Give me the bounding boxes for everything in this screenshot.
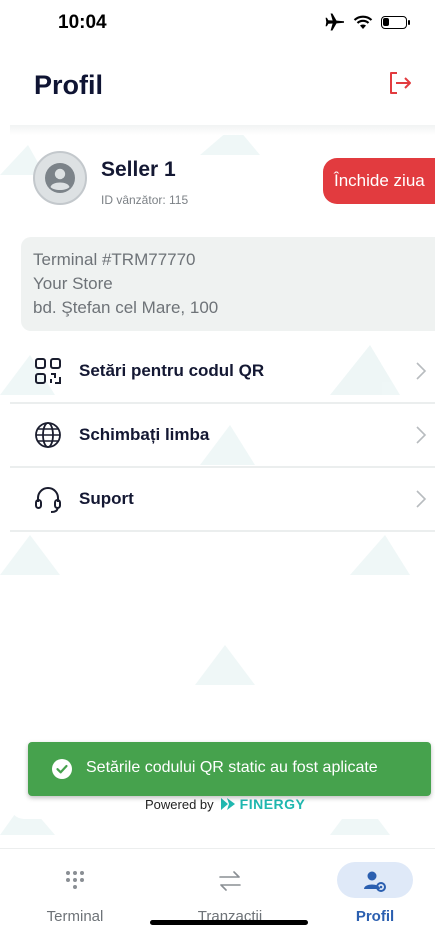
terminal-id: Terminal #TRM77770 [33,250,196,269]
seller-id: ID vânzător: 115 [101,193,189,207]
logout-icon[interactable] [387,70,413,96]
close-day-button[interactable]: Închide ziua [323,158,435,204]
finergy-brand: FINERGY [239,796,306,812]
menu-item-support[interactable]: Suport [10,468,435,532]
store-address: bd. Ştefan cel Mare, 100 [33,298,219,317]
menu-item-language[interactable]: Schimbați limba [10,404,435,468]
bottom-tab-bar: Terminal Tranzacții Profil [0,848,435,927]
tab-profile[interactable]: Profil [315,849,435,927]
page-title: Profil [34,70,104,100]
airplane-icon [325,13,344,31]
header: Profil [0,60,435,120]
globe-icon [35,422,61,448]
chevron-right-icon [416,362,427,380]
home-indicator [150,920,308,925]
status-icons [325,13,410,31]
keypad-icon [66,871,84,889]
settings-menu: Setări pentru codul QR Schimbați limba S… [10,340,435,532]
check-circle-icon [52,759,72,779]
tab-label: Profil [355,908,395,925]
toast-message: Setările codului QR static au fost aplic… [86,759,378,776]
transfer-arrows-icon [219,871,241,891]
headset-icon [35,487,61,513]
tab-terminal[interactable]: Terminal [15,849,135,927]
qr-code-icon [35,358,61,384]
user-icon [45,163,75,193]
chevron-right-icon [416,426,427,444]
user-settings-icon [364,871,386,892]
chevron-right-icon [416,490,427,508]
terminal-info-card: Terminal #TRM77770 Your Store bd. Ştefan… [21,237,435,331]
seller-name: Seller 1 [101,158,176,181]
powered-by: Powered by FINERGY [145,796,305,812]
store-name: Your Store [33,274,113,293]
avatar[interactable] [33,151,87,205]
menu-item-label: Suport [79,489,134,508]
profile-section: Seller 1 ID vânzător: 115 Închide ziua [0,148,435,218]
menu-item-qr-settings[interactable]: Setări pentru codul QR [10,340,435,404]
tab-transactions[interactable]: Tranzacții [170,849,290,927]
menu-item-label: Schimbați limba [79,425,210,444]
menu-item-label: Setări pentru codul QR [79,361,265,380]
finergy-logo-icon [220,798,235,810]
powered-by-text: Powered by [145,796,214,812]
status-bar: 10:04 [0,0,435,44]
success-toast: Setările codului QR static au fost aplic… [28,742,431,796]
battery-icon [381,15,410,29]
header-divider [10,125,435,135]
wifi-icon [353,15,373,29]
finergy-logo: FINERGY [220,796,306,812]
status-time: 10:04 [58,12,107,33]
tab-label: Terminal [46,908,104,925]
